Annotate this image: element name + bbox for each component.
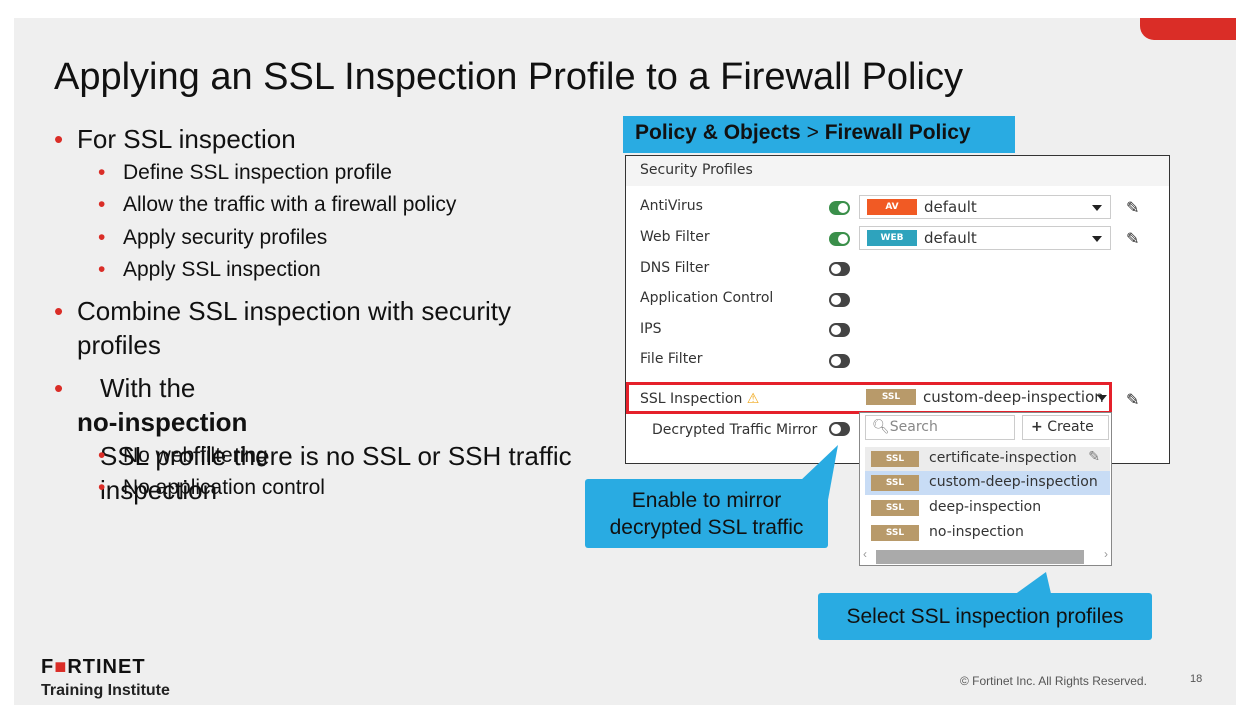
dropdown-option[interactable]: SSL certificate-inspection ✎ bbox=[865, 447, 1110, 471]
select-value: default bbox=[924, 198, 977, 216]
search-icon: 🔍︎ bbox=[872, 419, 890, 435]
select-value: default bbox=[924, 229, 977, 247]
option-label: custom-deep-inspection bbox=[929, 474, 1098, 490]
appcontrol-toggle[interactable] bbox=[829, 293, 850, 307]
dropdown-option[interactable]: SSL deep-inspection bbox=[865, 496, 1110, 520]
caret-down-icon bbox=[1092, 205, 1102, 211]
ssl-tag: SSL bbox=[871, 500, 919, 516]
ips-toggle[interactable] bbox=[829, 323, 850, 337]
sub-bullet: No web filtering bbox=[98, 444, 268, 468]
horizontal-scrollbar[interactable]: ‹ › bbox=[860, 547, 1111, 565]
breadcrumb: Policy & Objects > Firewall Policy bbox=[623, 116, 1015, 153]
mirror-toggle[interactable] bbox=[829, 422, 850, 436]
plus-icon: + bbox=[1031, 419, 1043, 435]
filefilter-label: File Filter bbox=[640, 351, 703, 367]
edit-pencil-icon[interactable]: ✎ bbox=[1126, 198, 1139, 218]
select-callout: Select SSL inspection profiles bbox=[818, 593, 1152, 640]
ssl-profile-dropdown: 🔍︎Search + Create SSL certificate-inspect… bbox=[859, 412, 1112, 566]
bullet: Combine SSL inspection with security pro… bbox=[54, 294, 574, 362]
slide-title: Applying an SSL Inspection Profile to a … bbox=[54, 56, 963, 98]
webfilter-label: Web Filter bbox=[640, 229, 710, 245]
create-button[interactable]: + Create bbox=[1022, 415, 1109, 440]
search-input[interactable]: 🔍︎Search bbox=[865, 415, 1015, 440]
antivirus-toggle[interactable] bbox=[829, 201, 850, 215]
av-tag: AV bbox=[867, 199, 917, 215]
edit-pencil-icon[interactable]: ✎ bbox=[1126, 229, 1139, 249]
webfilter-toggle[interactable] bbox=[829, 232, 850, 246]
ssl-tag: SSL bbox=[871, 451, 919, 467]
antivirus-select[interactable]: AV default bbox=[859, 195, 1111, 219]
webfilter-select[interactable]: WEB default bbox=[859, 226, 1111, 250]
sub-bullet: Define SSL inspection profile bbox=[98, 161, 392, 185]
filefilter-toggle[interactable] bbox=[829, 354, 850, 368]
web-tag: WEB bbox=[867, 230, 917, 246]
edit-pencil-icon[interactable]: ✎ bbox=[1088, 449, 1100, 465]
scroll-right-icon[interactable]: › bbox=[1104, 547, 1108, 561]
dnsfilter-toggle[interactable] bbox=[829, 262, 850, 276]
fortinet-logo: F■RTINET bbox=[41, 656, 146, 678]
copyright: © Fortinet Inc. All Rights Reserved. bbox=[960, 674, 1147, 688]
sub-bullet: No application control bbox=[98, 476, 325, 500]
panel-header: Security Profiles bbox=[626, 156, 1169, 186]
scrollbar-thumb[interactable] bbox=[876, 550, 1084, 564]
antivirus-label: AntiVirus bbox=[640, 198, 703, 214]
sub-bullet: Apply SSL inspection bbox=[98, 258, 321, 282]
sub-bullet: Allow the traffic with a firewall policy bbox=[98, 193, 456, 217]
sub-bullet: Apply security profiles bbox=[98, 226, 327, 250]
caret-down-icon bbox=[1092, 236, 1102, 242]
option-label: deep-inspection bbox=[929, 499, 1042, 515]
training-institute-label: Training Institute bbox=[41, 682, 170, 699]
edit-pencil-icon[interactable]: ✎ bbox=[1126, 390, 1139, 410]
ssl-tag: SSL bbox=[871, 525, 919, 541]
dropdown-option[interactable]: SSL no-inspection bbox=[865, 521, 1110, 545]
option-label: no-inspection bbox=[929, 524, 1024, 540]
dnsfilter-label: DNS Filter bbox=[640, 260, 710, 276]
bullet: For SSL inspection bbox=[54, 122, 296, 156]
appcontrol-label: Application Control bbox=[640, 290, 774, 306]
scroll-left-icon[interactable]: ‹ bbox=[863, 547, 867, 561]
ips-label: IPS bbox=[640, 321, 662, 337]
ssl-tag: SSL bbox=[871, 475, 919, 491]
mirror-label: Decrypted Traffic Mirror bbox=[652, 422, 818, 438]
dropdown-option-selected[interactable]: SSL custom-deep-inspection bbox=[865, 471, 1110, 495]
mirror-callout: Enable to mirror decrypted SSL traffic bbox=[585, 479, 828, 548]
option-label: certificate-inspection bbox=[929, 450, 1077, 466]
page-number: 18 bbox=[1190, 673, 1203, 685]
red-corner-tab bbox=[1140, 18, 1236, 40]
ssl-highlight-box bbox=[626, 382, 1112, 414]
